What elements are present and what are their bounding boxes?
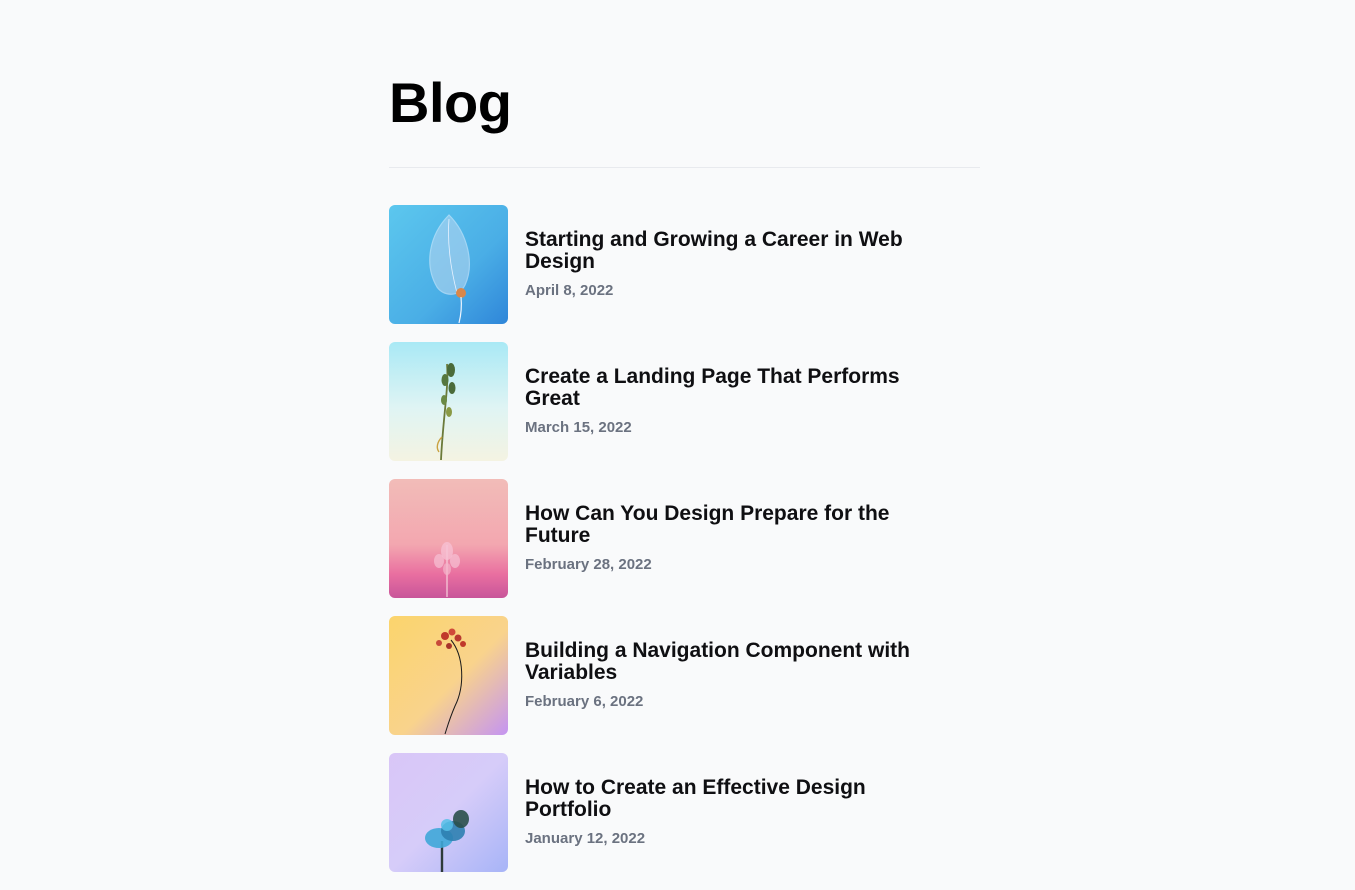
divider [389,167,980,168]
post-date: April 8, 2022 [525,282,614,299]
post-text: Starting and Growing a Career in Web Des… [525,229,955,300]
post-text: How Can You Design Prepare for the Futur… [525,503,955,574]
pink-plant-image [389,479,508,598]
post-thumbnail[interactable] [389,205,508,324]
post-date: February 28, 2022 [525,556,652,573]
page-title: Blog [389,71,512,134]
blue-tree-image [389,753,508,872]
post-date: March 15, 2022 [525,419,632,436]
plant-sprig-image [389,342,508,461]
post-item[interactable]: How Can You Design Prepare for the Futur… [389,479,980,598]
post-title[interactable]: Building a Navigation Component with Var… [525,640,955,684]
post-text: How to Create an Effective Design Portfo… [525,777,955,848]
post-text: Create a Landing Page That Performs Grea… [525,366,955,437]
post-title[interactable]: Create a Landing Page That Performs Grea… [525,366,955,410]
post-thumbnail[interactable] [389,479,508,598]
post-date: February 6, 2022 [525,693,644,710]
post-text: Building a Navigation Component with Var… [525,640,955,711]
post-thumbnail[interactable] [389,342,508,461]
post-title[interactable]: How Can You Design Prepare for the Futur… [525,503,955,547]
post-title[interactable]: Starting and Growing a Career in Web Des… [525,229,955,273]
page: Blog Starting and Growing a Career in We… [0,0,1355,890]
flower-stem-image [389,616,508,735]
leaf-image [389,205,508,324]
post-title[interactable]: How to Create an Effective Design Portfo… [525,777,955,821]
post-item[interactable]: How to Create an Effective Design Portfo… [389,753,980,872]
post-item[interactable]: Building a Navigation Component with Var… [389,616,980,735]
post-item[interactable]: Create a Landing Page That Performs Grea… [389,342,980,461]
post-thumbnail[interactable] [389,753,508,872]
post-list: Starting and Growing a Career in Web Des… [389,205,980,890]
post-date: January 12, 2022 [525,830,646,847]
post-thumbnail[interactable] [389,616,508,735]
post-item[interactable]: Starting and Growing a Career in Web Des… [389,205,980,324]
